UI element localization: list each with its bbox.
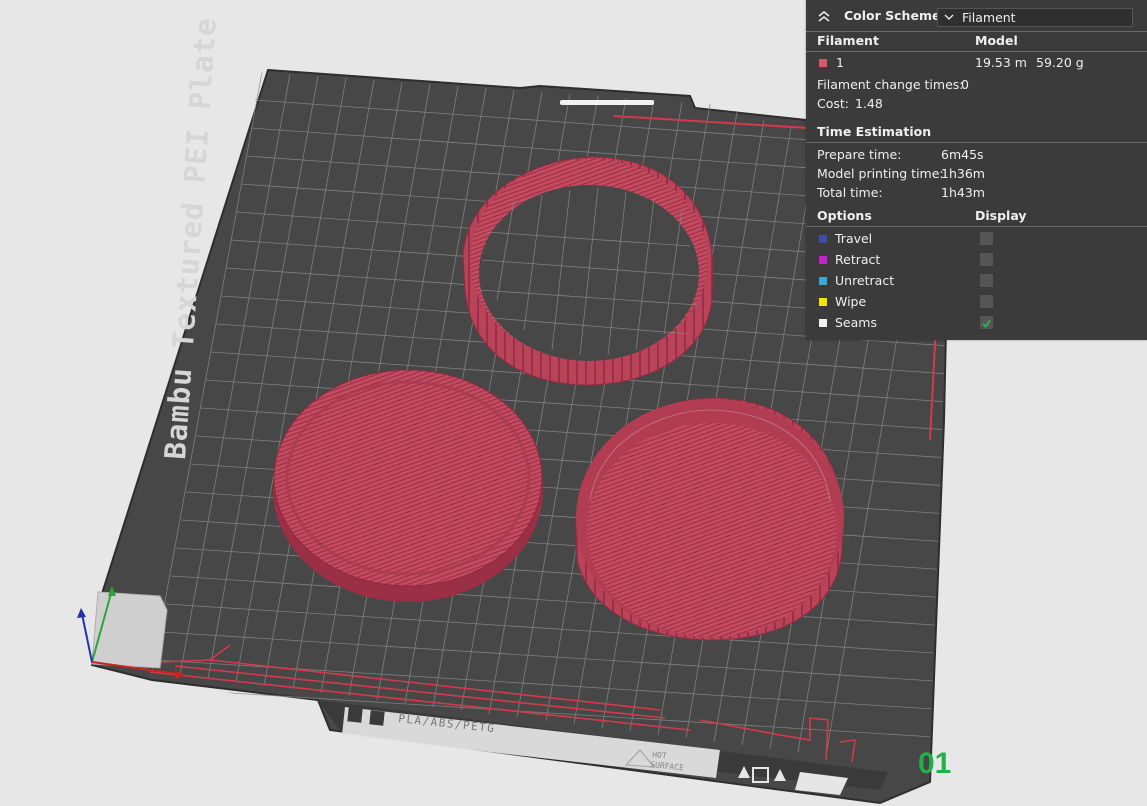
cost-label: Cost: [817,96,850,111]
option-display-checkbox[interactable] [980,253,993,266]
filament-row: 1 19.53 m 59.20 g [806,53,1147,72]
color-scheme-value: Filament [962,10,1016,25]
filament-index: 1 [836,55,844,70]
filament-length: 19.53 m [975,55,1027,70]
option-row-unretract: Unretract [806,271,1147,290]
slice-info-panel: Color Scheme Filament Filament Model 1 1… [806,0,1147,340]
model-header: Model [975,33,1018,48]
option-row-wipe: Wipe [806,292,1147,311]
time-row-model-printing: Model printing time: 1h36m [806,164,1147,183]
option-color-swatch [819,256,827,264]
model-cup-right[interactable] [575,397,844,641]
color-scheme-header: Color Scheme Filament [806,0,1147,32]
chevron-down-icon [944,14,954,20]
time-row-prepare: Prepare time: 6m45s [806,145,1147,164]
model-disc-left[interactable] [273,369,543,602]
time-value: 1h36m [941,166,985,181]
color-scheme-label: Color Scheme [844,8,941,23]
filament-change-times-label: Filament change times: [817,77,964,92]
filament-change-times-value: 0 [961,77,969,92]
option-row-retract: Retract [806,250,1147,269]
cost-row: Cost: 1.48 [806,94,1147,113]
time-row-total: Total time: 1h43m [806,183,1147,202]
filament-section-header: Filament Model [806,30,1147,52]
time-value: 1h43m [941,185,985,200]
option-display-checkbox[interactable] [980,232,993,245]
checkmark-icon [982,319,991,328]
collapse-chevron-up-icon[interactable] [817,10,831,22]
time-label: Prepare time: [817,147,902,162]
cost-value: 1.48 [855,96,883,111]
filament-weight: 59.20 g [1036,55,1084,70]
color-scheme-select[interactable]: Filament [937,8,1133,27]
option-row-seams: Seams [806,313,1147,332]
filament-color-swatch [819,59,827,67]
time-value: 6m45s [941,147,984,162]
hot-surface-line1: HOT [652,750,667,760]
option-display-checkbox[interactable] [980,316,993,329]
option-color-swatch [819,235,827,243]
time-estimation-header: Time Estimation [806,121,1147,143]
filament-header: Filament [817,33,879,48]
option-color-swatch [819,319,827,327]
plate-number: 01 [918,747,951,780]
filament-change-times: Filament change times: 0 [806,75,1147,94]
model-ring[interactable] [462,156,714,386]
options-section-header: Options Display [806,205,1147,227]
option-label: Unretract [835,273,895,288]
display-header: Display [975,208,1027,223]
option-row-travel: Travel [806,229,1147,248]
option-label: Seams [835,315,877,330]
option-color-swatch [819,277,827,285]
option-color-swatch [819,298,827,306]
option-display-checkbox[interactable] [980,295,993,308]
option-label: Retract [835,252,881,267]
option-label: Travel [835,231,873,246]
option-label: Wipe [835,294,867,309]
time-label: Model printing time: [817,166,944,181]
time-estimation-title: Time Estimation [817,124,932,139]
option-display-checkbox[interactable] [980,274,993,287]
time-label: Total time: [817,185,883,200]
options-header: Options [817,208,872,223]
